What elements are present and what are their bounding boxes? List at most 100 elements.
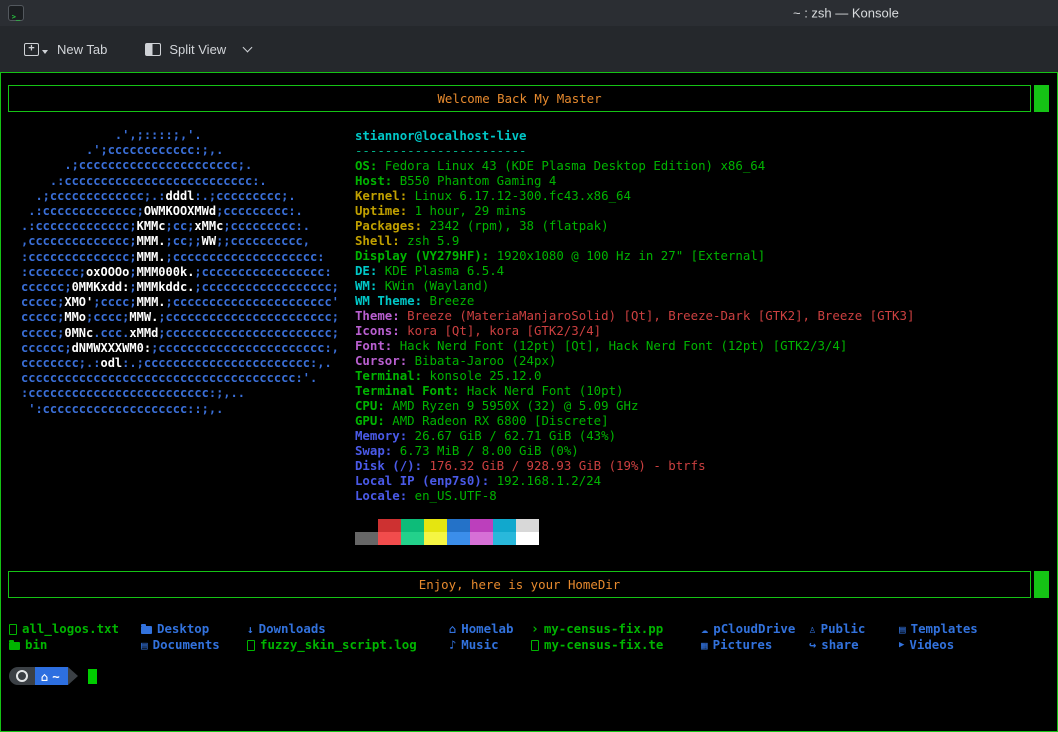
- homedir-banner: Enjoy, here is your HomeDir: [8, 571, 1031, 598]
- color-swatch: [378, 519, 401, 532]
- music-icon: [449, 639, 456, 651]
- banner-text: Enjoy, here is your HomeDir: [419, 577, 620, 592]
- image-icon: [701, 640, 708, 651]
- color-palette: [355, 519, 915, 545]
- file-icon: [9, 624, 17, 635]
- listing-item: all_logos.txt: [9, 621, 141, 637]
- folder-icon: [141, 626, 152, 634]
- home-listing: all_logos.txt Desktop Downloads Homelab my-c…: [9, 621, 1057, 653]
- info-line: GPU: AMD Radeon RX 6800 [Discrete]: [355, 413, 915, 428]
- folder-icon: [9, 642, 20, 650]
- homedir-banner-row: Enjoy, here is your HomeDir: [8, 571, 1049, 598]
- titlebar[interactable]: ~ : zsh — Konsole: [0, 0, 1058, 26]
- info-line: Swap: 6.73 MiB / 8.00 GiB (0%): [355, 443, 915, 458]
- listing-item: Music: [449, 637, 531, 653]
- info-line: Packages: 2342 (rpm), 38 (flatpak): [355, 218, 915, 233]
- file-name: Videos: [909, 637, 954, 653]
- file-icon: [247, 640, 255, 651]
- welcome-banner: Welcome Back My Master: [8, 85, 1031, 112]
- listing-item: bin: [9, 637, 141, 653]
- listing-item: Homelab: [449, 621, 531, 637]
- info-line: Shell: zsh 5.9: [355, 233, 915, 248]
- info-line: Host: B550 Phantom Gaming 4: [355, 173, 915, 188]
- color-swatch: [470, 532, 493, 545]
- info-line: CPU: AMD Ryzen 9 5950X (32) @ 5.09 GHz: [355, 398, 915, 413]
- info-line: Local IP (enp7s0): 192.168.1.2/24: [355, 473, 915, 488]
- file-name: bin: [25, 637, 47, 653]
- window-title: ~ : zsh — Konsole: [793, 6, 899, 21]
- palette-row: [355, 532, 915, 545]
- listing-item: fuzzy_skin_script.log: [247, 637, 449, 653]
- document-icon: [141, 640, 148, 651]
- file-name: share: [821, 637, 858, 653]
- prompt-path-segment: ~: [35, 667, 68, 685]
- info-line: Locale: en_US.UTF-8: [355, 488, 915, 503]
- listing-item: share: [809, 637, 899, 653]
- info-line: Disk (/): 176.32 GiB / 928.93 GiB (19%) …: [355, 458, 915, 473]
- color-swatch: [355, 532, 378, 545]
- info-line: Terminal: konsole 25.12.0: [355, 368, 915, 383]
- banner-text: Welcome Back My Master: [437, 91, 601, 106]
- color-swatch: [401, 532, 424, 545]
- document-icon: [899, 624, 906, 635]
- terminal-glyph-icon: [12, 4, 20, 23]
- info-line: Kernel: Linux 6.17.12-300.fc43.x86_64: [355, 188, 915, 203]
- info-line: Icons: kora [Qt], kora [GTK2/3/4]: [355, 323, 915, 338]
- color-swatch: [516, 532, 539, 545]
- info-line: Theme: Breeze (MateriaManjaroSolid) [Qt]…: [355, 308, 915, 323]
- fastfetch-output: .',;::::;,'. .';cccccccccccc:;,. .;ccccc…: [21, 128, 1057, 545]
- color-swatch: [447, 532, 470, 545]
- info-line: WM Theme: Breeze: [355, 293, 915, 308]
- color-swatch: [424, 532, 447, 545]
- color-swatch: [401, 519, 424, 532]
- info-line: OS: Fedora Linux 43 (KDE Plasma Desktop …: [355, 158, 915, 173]
- file-name: Public: [821, 621, 866, 637]
- color-swatch: [378, 532, 401, 545]
- info-line: Terminal Font: Hack Nerd Font (10pt): [355, 383, 915, 398]
- banner-end-block: [1034, 571, 1049, 598]
- terminal-cursor: [88, 669, 97, 684]
- listing-item: pCloudDrive: [701, 621, 809, 637]
- file-name: Downloads: [259, 621, 326, 637]
- color-swatch: [470, 519, 493, 532]
- konsole-window-icon[interactable]: [8, 5, 24, 21]
- info-line: Font: Hack Nerd Font (12pt) [Qt], Hack N…: [355, 338, 915, 353]
- listing-item: Desktop: [141, 621, 247, 637]
- home-icon: [41, 669, 48, 684]
- listing-item: Videos: [899, 637, 1057, 653]
- file-name: Homelab: [461, 621, 513, 637]
- listing-item: my-census-fix.pp: [531, 621, 701, 637]
- fedora-ascii-logo: .',;::::;,'. .';cccccccccccc:;,. .;ccccc…: [21, 128, 339, 545]
- info-line: DE: KDE Plasma 6.5.4: [355, 263, 915, 278]
- color-swatch: [447, 519, 470, 532]
- file-name: Templates: [911, 621, 978, 637]
- split-view-button[interactable]: Split View: [139, 38, 257, 61]
- info-line: stiannor@localhost-live: [355, 128, 915, 143]
- file-name: all_logos.txt: [22, 621, 119, 637]
- video-icon: [899, 641, 904, 650]
- listing-item: Public: [809, 621, 899, 637]
- powerline-arrow-icon: [68, 667, 78, 685]
- welcome-banner-row: Welcome Back My Master: [8, 85, 1049, 112]
- info-line: Cursor: Bibata-Jaroo (24px): [355, 353, 915, 368]
- download-icon: [247, 624, 254, 635]
- prompt-path: ~: [52, 669, 59, 684]
- system-info: stiannor@localhost-live-----------------…: [355, 128, 915, 503]
- caret-down-icon: [42, 50, 48, 54]
- listing-item: Documents: [141, 637, 247, 653]
- info-line: Memory: 26.67 GiB / 62.71 GiB (43%): [355, 428, 915, 443]
- person-icon: [809, 624, 816, 635]
- color-swatch: [424, 519, 447, 532]
- terminal-view[interactable]: Welcome Back My Master .',;::::;,'. .';c…: [0, 72, 1058, 732]
- file-name: my-census-fix.te: [544, 637, 663, 653]
- file-name: Documents: [153, 637, 220, 653]
- distro-icon: [16, 670, 28, 682]
- new-tab-button[interactable]: New Tab: [18, 38, 113, 61]
- new-tab-icon: [24, 43, 39, 56]
- file-icon: [531, 640, 539, 651]
- shell-prompt: ~: [9, 667, 1057, 685]
- file-name: Music: [461, 637, 498, 653]
- konsole-window: ~ : zsh — Konsole New Tab Split View Wel…: [0, 0, 1058, 732]
- info-line: -----------------------: [355, 143, 915, 158]
- color-swatch: [516, 519, 539, 532]
